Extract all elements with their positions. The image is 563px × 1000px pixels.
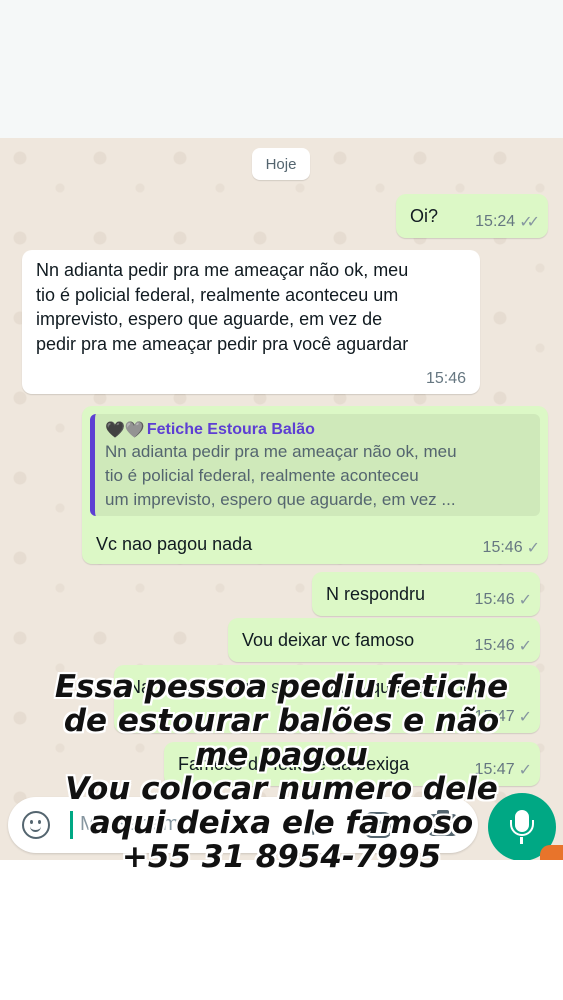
- message-line: imprevisto, espero que aguarde, em vez d…: [36, 309, 383, 329]
- overlay-line: +55 31 8954-7995: [121, 839, 442, 875]
- check-icon: ✓: [518, 592, 533, 609]
- message-line: pedir pra me ameaçar pedir pra você agua…: [36, 333, 409, 354]
- message-text: Oi?: [410, 206, 439, 226]
- quote-line: um imprevisto, espero que aguarde, em ve…: [105, 490, 456, 509]
- overlay-line: me pagou: [195, 737, 368, 773]
- check-icon: ✓: [526, 540, 541, 557]
- check-icon: ✓: [518, 638, 533, 655]
- message-text: Vou deixar vc famoso: [242, 630, 415, 650]
- message-bubble-outgoing[interactable]: N respondru 15:46 ✓: [312, 572, 540, 616]
- overlay-line: Essa pessoa pediu fetiche: [54, 669, 509, 705]
- message-time: 15:46: [482, 539, 523, 556]
- quote-line: Nn adianta pedir pra me ameaçar não ok, …: [105, 442, 457, 461]
- overlay-line: Vou colocar numero dele: [65, 771, 498, 807]
- message-bubble-outgoing[interactable]: Oi? 15:24 ✓✓: [396, 194, 548, 238]
- message-time: 15:24: [475, 213, 516, 230]
- overlay-line: de estourar balões e não: [63, 703, 500, 739]
- top-blank-area: [0, 0, 563, 138]
- message-time: 15:46: [474, 637, 515, 654]
- date-chip: Hoje: [252, 148, 310, 180]
- message-text: Vc nao pagou nada: [96, 534, 253, 554]
- overlay-caption: Essa pessoa pediu fetiche de estourar ba…: [0, 670, 563, 874]
- message-bubble-incoming[interactable]: Nn adianta pedir pra me ameaçar não ok, …: [22, 250, 480, 394]
- quote-line: tio é policial federal, realmente aconte…: [105, 466, 419, 485]
- hearts-emoji: 🖤🩶: [105, 422, 145, 439]
- bottom-blank-area: [0, 860, 563, 1000]
- message-text: N respondru: [326, 584, 426, 604]
- message-line: Nn adianta pedir pra me ameaçar não ok, …: [36, 260, 409, 280]
- message-time: 15:46: [474, 591, 515, 608]
- quote-author: Fetiche Estoura Balão: [146, 421, 315, 438]
- double-check-icon: ✓✓: [519, 214, 540, 231]
- message-bubble-reply[interactable]: 🖤🩶 Fetiche Estoura Balão Nn adianta pedi…: [82, 406, 548, 564]
- quoted-message[interactable]: 🖤🩶 Fetiche Estoura Balão Nn adianta pedi…: [90, 414, 540, 516]
- message-time: 15:46: [425, 370, 466, 387]
- message-line: tio é policial federal, realmente aconte…: [36, 284, 399, 305]
- overlay-line: aqui deixa ele famoso: [89, 805, 474, 841]
- message-bubble-outgoing[interactable]: Vou deixar vc famoso 15:46 ✓: [228, 618, 540, 662]
